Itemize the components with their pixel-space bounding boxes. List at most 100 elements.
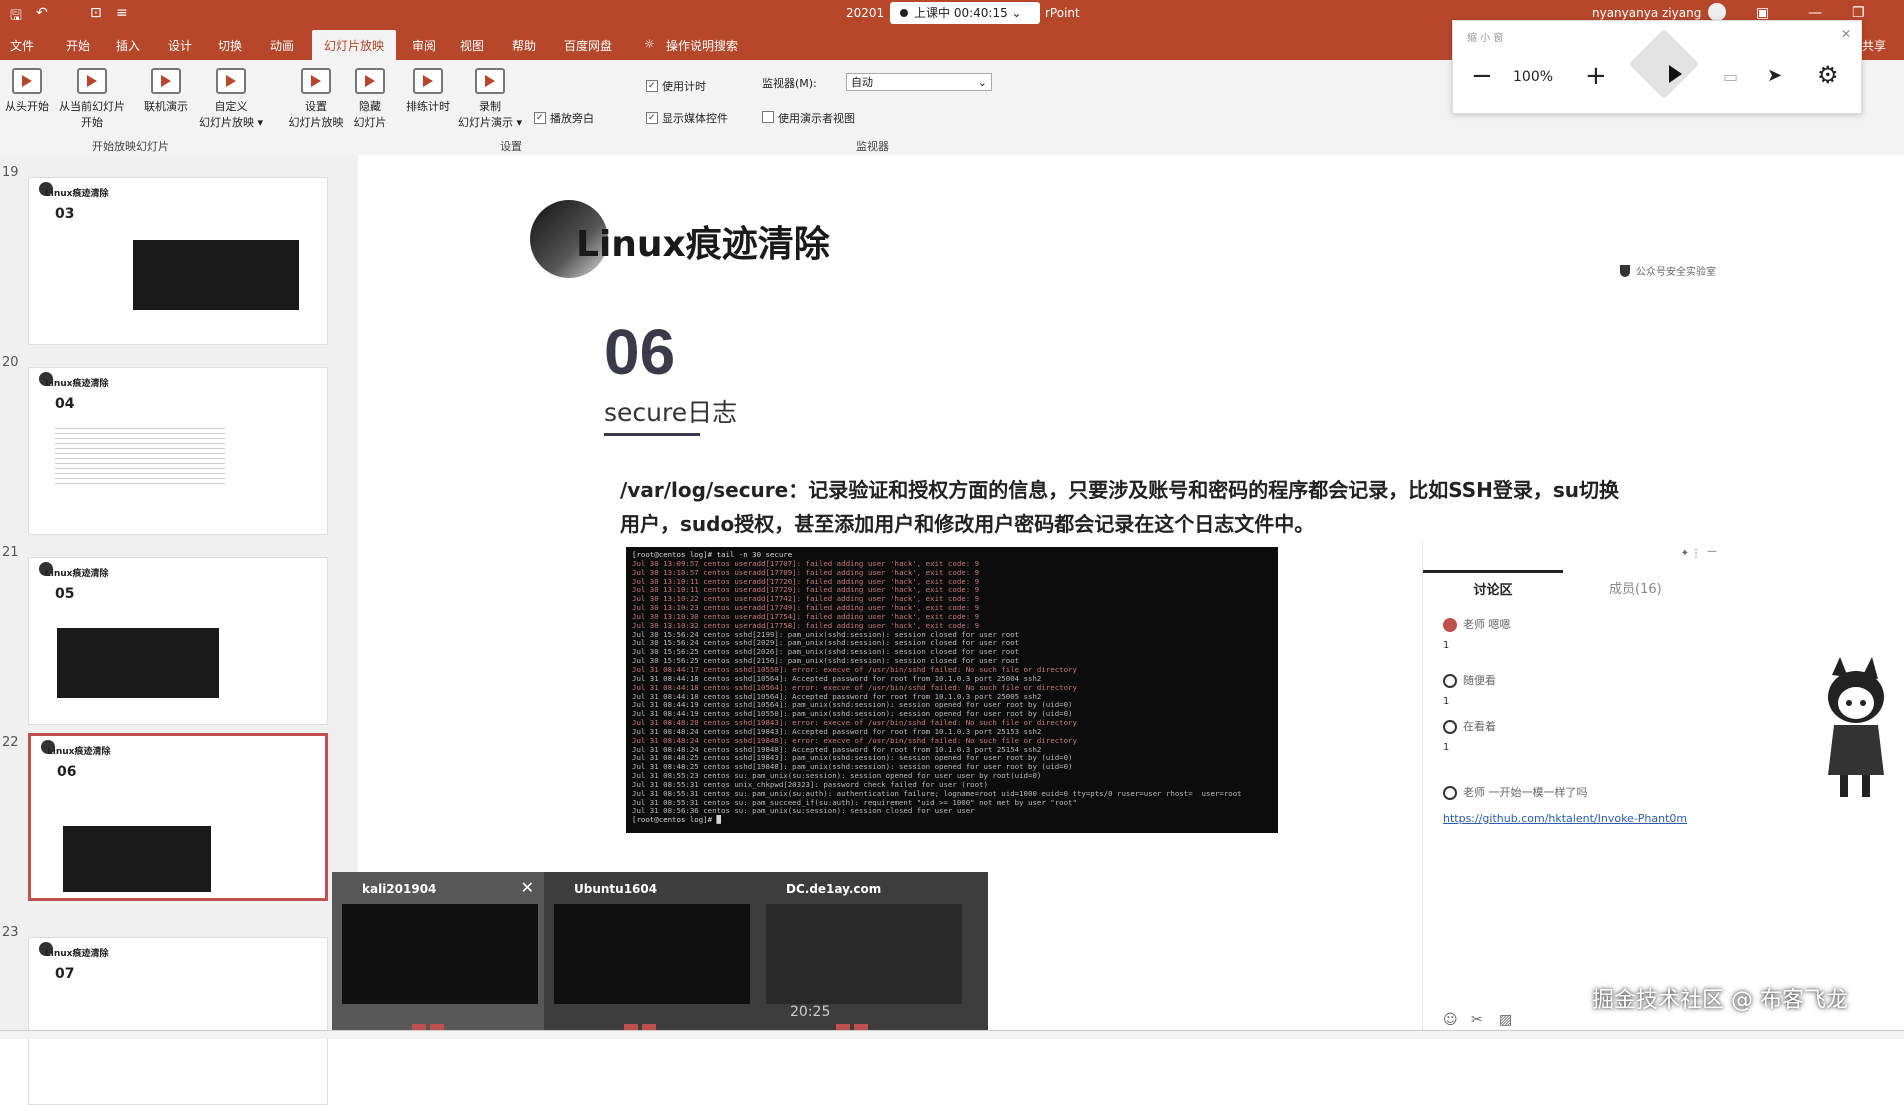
customize-qat-icon[interactable]: ≡ (116, 5, 128, 21)
setup-slideshow-button[interactable]: 设置 幻灯片放映 (286, 68, 346, 130)
lightbulb-icon: ☼ (644, 37, 655, 51)
recording-status[interactable]: 上课中 00:40:15 ⌄ (890, 2, 1040, 24)
tab-review[interactable]: 审阅 (412, 37, 436, 54)
lockscreen-clock: 20:25 (790, 1004, 831, 1020)
thumb-number: 07 (55, 966, 75, 982)
record-slideshow-button[interactable]: 录制幻灯片演示 ▾ (454, 68, 526, 130)
window-thumbnail (554, 904, 750, 1004)
present-online-button[interactable]: 联机演示 (138, 68, 194, 114)
like-count: 1 (1443, 742, 1450, 753)
tab-transitions[interactable]: 切换 (218, 37, 242, 54)
button-label: 从头开始 (5, 100, 49, 113)
window-title: Ubuntu1604 (574, 882, 658, 896)
tab-discussion[interactable]: 讨论区 (1423, 570, 1563, 598)
present-icon[interactable]: ⊡ (90, 5, 102, 21)
emoji-icon[interactable]: ☺ (1443, 1012, 1458, 1028)
user-name[interactable]: nyanyanya ziyang (1592, 6, 1701, 20)
window-title: DC.de1ay.com (786, 882, 882, 896)
chat-message: 老师 一开始一模一样了吗 (1443, 784, 1588, 800)
presenter-view-checkbox[interactable]: 使用演示者视图 (762, 110, 855, 126)
close-icon[interactable]: ✕ (521, 878, 534, 897)
minimize-icon[interactable]: — (1808, 5, 1822, 21)
thumb-title: Linux痕迹清除 (45, 189, 109, 199)
slide-thumbnail-pane[interactable]: 19 Linux痕迹清除 03 20 Linux痕迹清除 04 21 Linux… (0, 155, 358, 1105)
tab-file[interactable]: 文件 (10, 37, 34, 54)
pointer-icon[interactable]: ➤ (1767, 65, 1782, 86)
tab-view[interactable]: 视图 (460, 37, 484, 54)
slide-subtitle[interactable]: secure日志 (604, 393, 737, 429)
slide-thumbnail[interactable]: Linux痕迹清除 07 (28, 937, 328, 1105)
slide-section-number[interactable]: 06 (604, 315, 675, 389)
slide-thumbnail[interactable]: Linux痕迹清除 04 (28, 367, 328, 535)
tab-baidu-netdisk[interactable]: 百度网盘 (564, 37, 612, 54)
avatar (1443, 618, 1457, 632)
zoom-control-panel: 缩 小 窗 ✕ − 100% + ▭ ➤ ⚙ (1452, 20, 1862, 114)
tab-insert[interactable]: 插入 (116, 37, 140, 54)
thumb-number: 05 (55, 586, 75, 602)
tab-members[interactable]: 成员(16) (1609, 578, 1662, 597)
slide-thumbnail-selected[interactable]: Linux痕迹清除 06 (28, 733, 328, 901)
checkbox-label: 使用计时 (662, 80, 706, 93)
scissors-icon[interactable]: ✂ (1471, 1012, 1483, 1028)
rehearse-timings-button[interactable]: 排练计时 (400, 68, 456, 114)
play-narrations-checkbox[interactable]: 播放旁白 (534, 110, 594, 126)
monitor-select[interactable]: 自动 ⌄ (846, 73, 992, 91)
slide-thumbnail[interactable]: Linux痕迹清除 05 (28, 557, 328, 725)
button-label: 录制 (479, 100, 501, 113)
present-online-icon (151, 68, 181, 94)
text-lines (55, 424, 225, 484)
description-line: /var/log/secure：记录验证和授权方面的信息，只要涉及账号和密码的程… (620, 478, 1620, 502)
discussion-panel: ✦ ⋮ — 讨论区 成员(16) 老师 嗯嗯 1 随便看 1 在看着 1 老师 一开始… (1422, 540, 1723, 1038)
cube-logo-icon (1628, 28, 1700, 100)
share-button[interactable]: 共享 (1862, 37, 1886, 54)
tab-help[interactable]: 帮助 (512, 37, 536, 54)
pin-icon[interactable]: ✦ (1681, 548, 1689, 559)
terminal-thumbnail (133, 240, 299, 310)
image-icon[interactable]: ▨ (1499, 1012, 1512, 1028)
record-dot-icon (900, 9, 908, 17)
shared-link[interactable]: https://github.com/hktalent/Invoke-Phant… (1443, 812, 1687, 825)
minimize-icon[interactable]: — (1707, 546, 1717, 557)
button-label: 幻灯片放映 (288, 116, 344, 129)
zoom-out-button[interactable]: − (1471, 61, 1493, 91)
description-line: 用户，sudo授权，甚至添加用户和修改用户密码都会记录在这个日志文件中。 (620, 512, 1315, 536)
restore-icon[interactable]: ❐ (1852, 5, 1865, 21)
avatar[interactable] (1708, 3, 1726, 21)
from-beginning-button[interactable]: 从头开始 (2, 68, 52, 114)
window-preview-dc[interactable]: DC.de1ay.com 20:25 (756, 872, 968, 1038)
from-current-button[interactable]: 从当前幻灯片 开始 (54, 68, 130, 130)
slide-title[interactable]: Linux痕迹清除 (576, 215, 830, 267)
window-preview-ubuntu[interactable]: Ubuntu1604 (544, 872, 756, 1038)
terminal-thumbnail (63, 826, 211, 892)
tab-animations[interactable]: 动画 (270, 37, 294, 54)
tab-slideshow[interactable]: 幻灯片放映 (312, 30, 397, 61)
gear-icon[interactable]: ⚙ (1817, 61, 1839, 89)
close-icon[interactable]: ✕ (1841, 27, 1851, 41)
undo-icon[interactable]: ↶ (36, 5, 48, 21)
custom-slideshow-button[interactable]: 自定义 幻灯片放映 ▾ (196, 68, 266, 130)
slide-description[interactable]: /var/log/secure：记录验证和授权方面的信息，只要涉及账号和密码的程… (620, 473, 1904, 541)
button-label: 幻灯片演示 ▾ (457, 116, 523, 129)
terminal-screenshot[interactable]: [root@centos log]# tail -n 30 secure Jul … (626, 547, 1278, 833)
slide-thumbnail[interactable]: Linux痕迹清除 03 (28, 177, 328, 345)
tab-home[interactable]: 开始 (66, 37, 90, 54)
record-icon (475, 68, 505, 94)
play-icon[interactable] (1669, 65, 1682, 83)
zoom-in-button[interactable]: + (1585, 61, 1607, 91)
use-timings-checkbox[interactable]: 使用计时 (646, 78, 706, 94)
hide-slide-button[interactable]: 隐藏 幻灯片 (350, 68, 390, 130)
message-text: 老师 一开始一模一样了吗 (1463, 786, 1588, 799)
message-text: 在看着 (1463, 720, 1496, 733)
ribbon-display-icon[interactable]: ▣ (1756, 5, 1769, 21)
tab-design[interactable]: 设计 (168, 37, 192, 54)
chevron-down-icon: ⌄ (977, 76, 987, 89)
watermark: 掘金技术社区 @ 布客飞龙 (1592, 988, 1848, 1013)
show-media-controls-checkbox[interactable]: 显示媒体控件 (646, 110, 728, 126)
slide-number: 23 (2, 925, 19, 940)
more-icon[interactable]: ⋮ (1691, 548, 1701, 559)
tell-me-search[interactable]: 操作说明搜索 (666, 37, 738, 54)
window-preview-kali[interactable]: kali201904 ✕ (332, 872, 544, 1038)
window-icon[interactable]: ▭ (1723, 67, 1738, 86)
thumb-number: 06 (57, 764, 77, 780)
save-icon[interactable]: 🖫 (10, 5, 22, 29)
